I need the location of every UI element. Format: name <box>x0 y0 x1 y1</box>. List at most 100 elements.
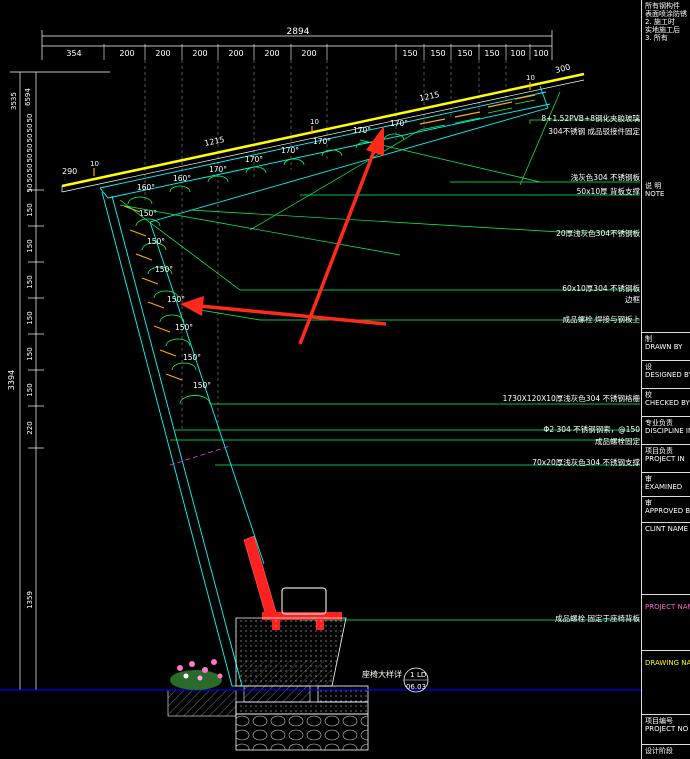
small-dim: 10 <box>310 118 319 126</box>
designed-by-cell: 设 DESIGNED BY <box>642 360 690 388</box>
left-tick-label: 50 <box>26 114 34 123</box>
annotation-fitting: 304不锈钢 成品驳接件固定 <box>548 126 640 136</box>
top-segment-labels: 354 200 200 200 200 200 200 150 150 150 … <box>66 49 548 58</box>
left-tick-labels: 50 50 50 50 50 50 50 50 150 150 150 150 … <box>26 114 34 609</box>
cell-en: PROJECT NAME <box>645 603 690 611</box>
small-dim: 10 <box>90 160 99 168</box>
roof-rib-ticks <box>93 82 536 176</box>
bench-backrest <box>243 535 277 617</box>
detail-ref-label: 座椅大样详 <box>362 669 402 679</box>
annotation-seat-bolt: 成品螺栓 固定于座椅背板 <box>555 613 640 623</box>
cell-cn: 项目负责 <box>645 447 673 455</box>
roof-steel-frame <box>99 85 551 223</box>
drawn-by-cell: 制 DRAWN BY <box>642 332 690 360</box>
segment-label: 150 <box>402 49 417 58</box>
detail-ref-sheet: LD <box>417 671 426 679</box>
overhang-dim: 290 <box>62 167 77 176</box>
annotation-bolt-weld: 成品螺栓 焊接与钢板上 <box>563 314 641 324</box>
note-en: NOTE <box>645 190 665 198</box>
left-small-dim: 3535 <box>10 92 18 110</box>
examined-cell: 审 EXAMINED <box>642 472 690 496</box>
segment-label: 200 <box>155 49 170 58</box>
cell-cn: 审 <box>645 475 652 483</box>
cell-cn: 审 <box>645 499 652 507</box>
slope-label: 1215 <box>204 135 226 148</box>
annotation-frame: 边框 <box>625 294 640 304</box>
angle-label: 170° <box>390 119 408 128</box>
bench <box>243 535 342 630</box>
left-tick-label: 220 <box>26 421 34 434</box>
segment-label: 200 <box>264 49 279 58</box>
left-tick-label: 150 <box>26 275 34 288</box>
angle-label: 150° <box>183 353 201 362</box>
segment-label: 200 <box>119 49 134 58</box>
left-tick-label: 150 <box>26 203 34 216</box>
cell-cn: 制 <box>645 335 652 343</box>
angle-label: 150° <box>167 295 185 304</box>
project-no-cell: 项目编号 PROJECT NO <box>642 714 690 744</box>
segment-label: 100 <box>533 49 548 58</box>
cell-cn: 设 <box>645 363 652 371</box>
client-name-cell: CLINT NAME <box>642 522 690 594</box>
note-line: 所有钢构件 <box>645 2 680 10</box>
total-height-label: 3394 <box>7 370 16 390</box>
cell-en: CLINT NAME <box>645 525 689 533</box>
left-tick-label: 50 <box>26 184 34 193</box>
annotation-back-support: 50x10厚 背板支撑 <box>577 186 641 196</box>
project-name-cell: PROJECT NAME <box>642 594 690 650</box>
segment-label: 150 <box>457 49 472 58</box>
annotation-texts: 8+1.52PVB+8钢化夹胶玻璃 304不锈钢 成品驳接件固定 浅灰色304 … <box>503 113 641 623</box>
small-dim: 10 <box>526 74 535 82</box>
annotation-cable: Φ2 304 不锈钢钢索，@150 <box>543 424 640 434</box>
approved-cell: 审 APPROVED BY <box>642 496 690 522</box>
title-block: 所有钢构件 表面喷涂防锈 2. 施工时 实地施工后 3. 所有 说 明 NOTE… <box>641 0 690 759</box>
roof-angle-labels: 170° 170° 170° 170° 170° 170° 160° 160° <box>137 119 408 192</box>
segment-label: 200 <box>301 49 316 58</box>
segment-label: 150 <box>484 49 499 58</box>
segment-label: 354 <box>66 49 81 58</box>
glass-panel-top <box>61 72 585 188</box>
design-stage-cell: 设计阶段 <box>642 744 690 759</box>
annotation-steel-plate: 浅灰色304 不锈钢板 <box>571 172 641 182</box>
angle-label: 160° <box>137 183 155 192</box>
segment-label: 200 <box>228 49 243 58</box>
cell-en: DESIGNED BY <box>645 371 690 379</box>
drawing-name-cell: DRAWING NAME <box>642 650 690 714</box>
left-tick-label: 50 <box>26 124 34 133</box>
left-tick-label: 150 <box>26 239 34 252</box>
slope-label: 1215 <box>419 90 441 103</box>
segment-label: 200 <box>192 49 207 58</box>
cell-cn: 设计阶段 <box>645 747 673 755</box>
angle-label: 150° <box>175 323 193 332</box>
left-tick-label: 50 <box>26 154 34 163</box>
cell-cn: 专业负责 <box>645 419 673 427</box>
cell-en: CHECKED BY <box>645 399 690 407</box>
annotation-glass: 8+1.52PVB+8钢化夹胶玻璃 <box>541 113 640 123</box>
cad-section-drawing: 2894 354 200 200 200 200 200 200 150 150… <box>0 27 641 751</box>
cell-cn: 项目编号 <box>645 717 673 725</box>
inclined-column <box>101 191 265 687</box>
annotation-bolt-fix: 成品螺栓固定 <box>595 436 640 446</box>
glass-panel-bottom <box>61 79 585 193</box>
annotation-grille: 1730X120X10厚浅灰色304 不锈钢格栅 <box>503 393 641 403</box>
left-tick-label: 150 <box>26 347 34 360</box>
angle-label: 150° <box>155 265 173 274</box>
cell-cn: 校 <box>645 391 652 399</box>
angle-label: 150° <box>147 237 165 246</box>
project-in-cell: 项目负责 PROJECT IN <box>642 444 690 472</box>
left-tick-label: 150 <box>26 383 34 396</box>
left-tick-label: 150 <box>26 311 34 324</box>
bench-frame <box>281 587 327 615</box>
segment-label: 150 <box>430 49 445 58</box>
angle-label: 170° <box>245 155 263 164</box>
top-right-dimension: 300 <box>554 63 571 75</box>
left-tick-label: 1359 <box>26 591 34 609</box>
detail-reference: 座椅大样详 1 LD 06.03 <box>362 667 429 693</box>
note-line: 表面喷涂防锈 <box>645 10 687 18</box>
segment-label: 100 <box>510 49 525 58</box>
annotation-60-plate: 60x10厚304 不锈钢板 <box>562 283 640 293</box>
annotation-70-support: 70x20厚浅灰色304 不锈钢支撑 <box>532 457 640 467</box>
cell-en: DRAWN BY <box>645 343 683 351</box>
cell-en: DISCIPLINE IN <box>645 427 690 435</box>
note-line: 2. 施工时 <box>645 18 675 26</box>
